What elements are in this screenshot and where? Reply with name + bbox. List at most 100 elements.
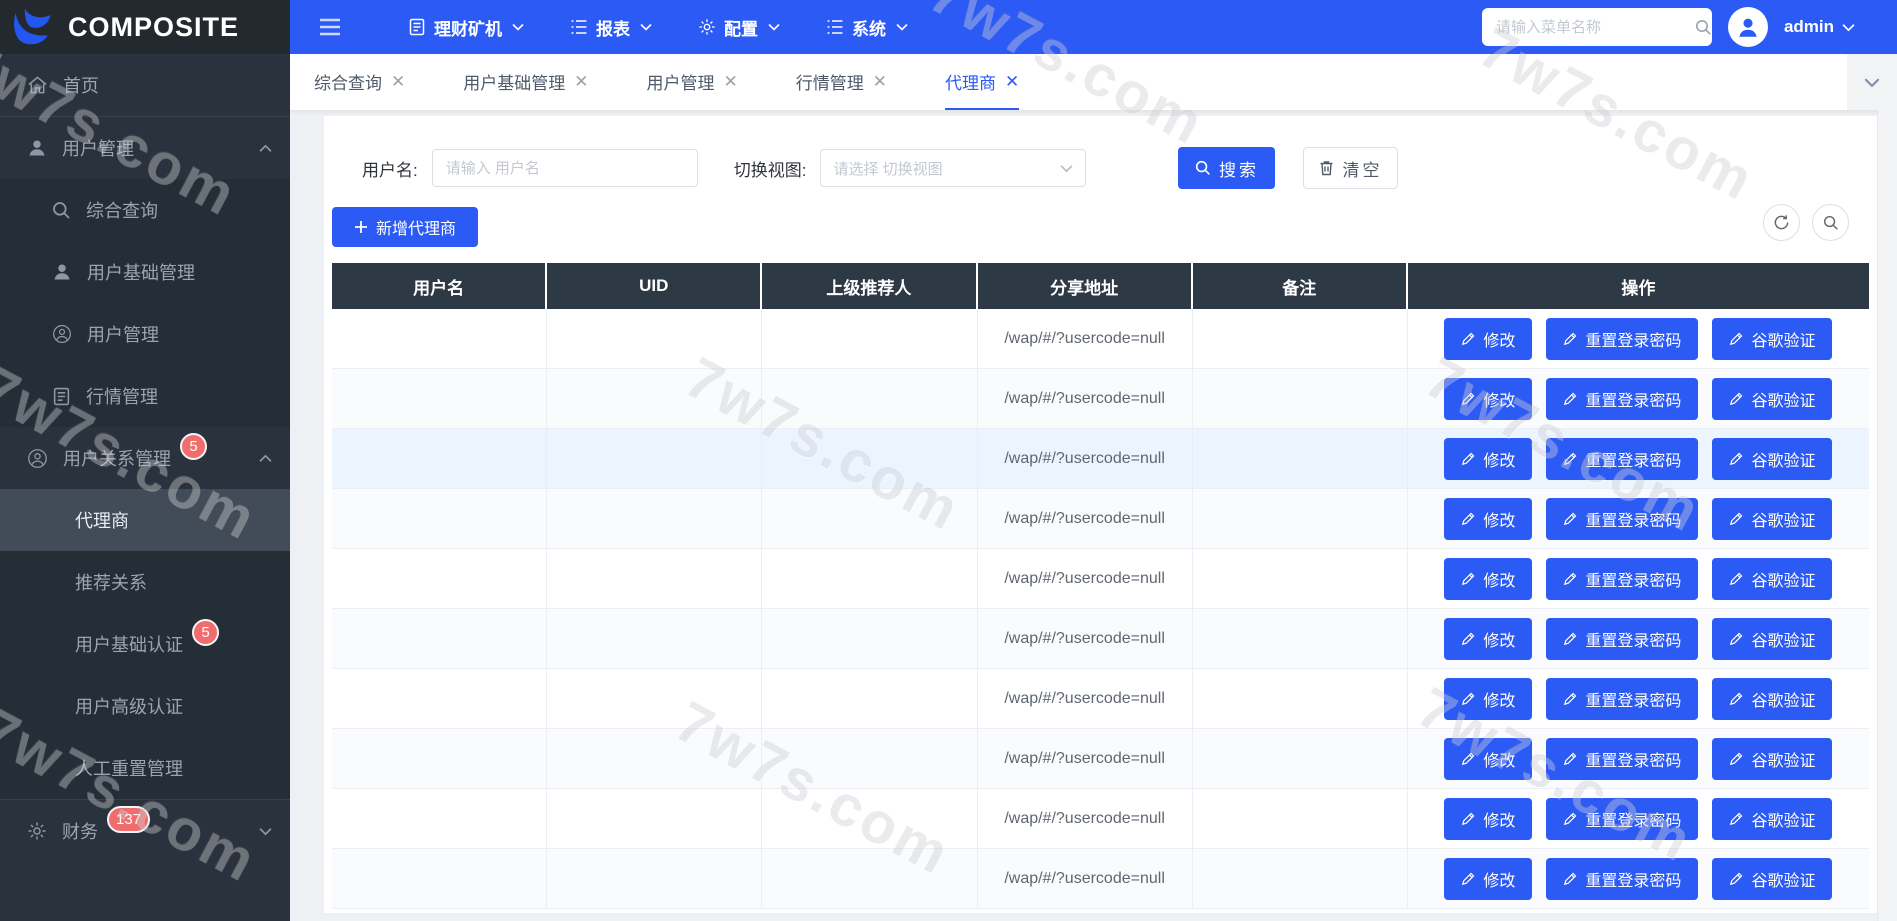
sidebar-item-manual-reset-mgmt[interactable]: 人工重置管理 (0, 737, 290, 799)
sidebar-item-user-mgmt[interactable]: 用户管理 (0, 117, 290, 179)
edit-label: 修改 (1483, 507, 1515, 531)
edit-button[interactable]: 修改 (1444, 618, 1532, 660)
sidebar-item-finance[interactable]: 财务 137 (0, 800, 290, 862)
google-verify-button[interactable]: 谷歌验证 (1712, 678, 1832, 720)
cell-username (332, 669, 547, 729)
close-icon[interactable]: ✕ (574, 73, 588, 90)
badge-count: 5 (180, 433, 207, 460)
sidebar-item-composite-query[interactable]: 综合查询 (0, 179, 290, 241)
sidebar-item-user-basic-mgmt[interactable]: 用户基础管理 (0, 241, 290, 303)
edit-button[interactable]: 修改 (1444, 678, 1532, 720)
cell-actions: 修改 重置登录密码 (1408, 489, 1869, 549)
tab-composite-query[interactable]: 综合查询 ✕ (314, 54, 405, 110)
edit-button[interactable]: 修改 (1444, 378, 1532, 420)
table-search-button[interactable] (1812, 204, 1849, 241)
user-menu[interactable]: admin (1784, 17, 1855, 37)
refresh-button[interactable] (1763, 204, 1800, 241)
table-row: /wap/#/?usercode=null 修改 (332, 429, 1869, 489)
menu-label: 报表 (596, 15, 630, 40)
cell-uid (547, 429, 762, 489)
google-verify-label: 谷歌验证 (1751, 807, 1815, 831)
pencil-icon (1563, 872, 1577, 886)
google-verify-label: 谷歌验证 (1751, 567, 1815, 591)
add-agent-button[interactable]: 新增代理商 (332, 207, 478, 247)
pencil-icon (1729, 692, 1743, 706)
page-scrollbar[interactable] (1877, 110, 1897, 921)
menu-label: 理财矿机 (434, 15, 502, 40)
sidebar-item-user-advanced-auth[interactable]: 用户高级认证 (0, 675, 290, 737)
menu-system[interactable]: 系统 (826, 15, 908, 40)
clear-button[interactable]: 清空 (1303, 147, 1398, 189)
cell-referrer (762, 489, 977, 549)
tab-bar: 综合查询 ✕ 用户基础管理 ✕ 用户管理 ✕ 行情管理 ✕ 代理商 ✕ (290, 54, 1897, 110)
edit-button[interactable]: 修改 (1444, 558, 1532, 600)
tab-user-mgmt[interactable]: 用户管理 ✕ (647, 54, 738, 110)
edit-button[interactable]: 修改 (1444, 858, 1532, 900)
edit-button[interactable]: 修改 (1444, 498, 1532, 540)
col-uid: UID (547, 263, 762, 309)
google-verify-button[interactable]: 谷歌验证 (1712, 438, 1832, 480)
reset-password-button[interactable]: 重置登录密码 (1546, 858, 1698, 900)
reset-password-button[interactable]: 重置登录密码 (1546, 678, 1698, 720)
menu-config[interactable]: 配置 (698, 15, 780, 40)
sidebar-item-home[interactable]: 首页 (0, 54, 290, 116)
menu-reports[interactable]: 报表 (570, 15, 652, 40)
cell-referrer (762, 849, 977, 909)
chevron-up-icon (259, 454, 272, 463)
user-icon (52, 262, 72, 282)
reset-password-button[interactable]: 重置登录密码 (1546, 438, 1698, 480)
reset-password-button[interactable]: 重置登录密码 (1546, 318, 1698, 360)
menu-mining[interactable]: 理财矿机 (408, 15, 524, 40)
google-verify-button[interactable]: 谷歌验证 (1712, 318, 1832, 360)
sidebar-item-agent[interactable]: 代理商 (0, 489, 290, 551)
pencil-icon (1461, 812, 1475, 826)
google-verify-label: 谷歌验证 (1751, 687, 1815, 711)
close-icon[interactable]: ✕ (873, 73, 887, 90)
google-verify-button[interactable]: 谷歌验证 (1712, 618, 1832, 660)
edit-button[interactable]: 修改 (1444, 318, 1532, 360)
menu-search-input[interactable] (1496, 19, 1695, 36)
google-verify-button[interactable]: 谷歌验证 (1712, 498, 1832, 540)
sidebar-item-recommend-relation[interactable]: 推荐关系 (0, 551, 290, 613)
tab-user-basic-mgmt[interactable]: 用户基础管理 ✕ (463, 54, 588, 110)
sidebar-item-user-mgmt-sub[interactable]: 用户管理 (0, 303, 290, 365)
search-button[interactable]: 搜索 (1178, 147, 1275, 189)
reset-password-button[interactable]: 重置登录密码 (1546, 558, 1698, 600)
sidebar-item-user-basic-auth[interactable]: 用户基础认证 5 (0, 613, 290, 675)
sidebar-item-label: 用户高级认证 (75, 693, 183, 719)
tab-agent[interactable]: 代理商 ✕ (945, 54, 1019, 110)
edit-button[interactable]: 修改 (1444, 438, 1532, 480)
search-icon[interactable] (1695, 19, 1712, 36)
close-icon[interactable]: ✕ (1005, 73, 1019, 90)
home-icon (27, 75, 48, 95)
reset-password-button[interactable]: 重置登录密码 (1546, 498, 1698, 540)
google-verify-button[interactable]: 谷歌验证 (1712, 378, 1832, 420)
username-input[interactable] (432, 149, 698, 187)
pencil-icon (1563, 572, 1577, 586)
hamburger-menu-icon[interactable] (318, 17, 342, 37)
pencil-icon (1563, 632, 1577, 646)
reset-password-button[interactable]: 重置登录密码 (1546, 738, 1698, 780)
sidebar-item-user-relation-mgmt[interactable]: 用户关系管理 5 (0, 427, 290, 489)
close-icon[interactable]: ✕ (391, 73, 405, 90)
google-verify-button[interactable]: 谷歌验证 (1712, 738, 1832, 780)
edit-button[interactable]: 修改 (1444, 738, 1532, 780)
edit-button[interactable]: 修改 (1444, 798, 1532, 840)
google-verify-button[interactable]: 谷歌验证 (1712, 558, 1832, 600)
reset-password-button[interactable]: 重置登录密码 (1546, 378, 1698, 420)
reset-password-button[interactable]: 重置登录密码 (1546, 618, 1698, 660)
clear-button-label: 清空 (1342, 156, 1382, 181)
google-verify-button[interactable]: 谷歌验证 (1712, 858, 1832, 900)
avatar[interactable] (1728, 7, 1768, 47)
reset-password-button[interactable]: 重置登录密码 (1546, 798, 1698, 840)
google-verify-button[interactable]: 谷歌验证 (1712, 798, 1832, 840)
sidebar-item-market-mgmt[interactable]: 行情管理 (0, 365, 290, 427)
tab-dropdown-button[interactable] (1847, 54, 1897, 110)
cell-referrer (762, 609, 977, 669)
view-switch-select[interactable]: 请选择 切换视图 (820, 149, 1086, 187)
tab-market-mgmt[interactable]: 行情管理 ✕ (796, 54, 887, 110)
cell-uid (547, 789, 762, 849)
cell-uid (547, 729, 762, 789)
menu-search-box[interactable] (1482, 8, 1712, 46)
close-icon[interactable]: ✕ (724, 73, 738, 90)
